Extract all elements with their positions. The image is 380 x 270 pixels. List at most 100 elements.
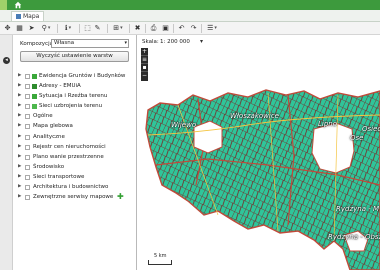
info-icon[interactable]: ℹ bbox=[61, 24, 75, 33]
expand-icon[interactable]: ▶ bbox=[18, 182, 21, 192]
print-icon[interactable]: ⎙ bbox=[149, 24, 158, 33]
expand-icon[interactable]: ▶ bbox=[18, 162, 21, 172]
layer-item[interactable]: ▶ Mapa glebowa bbox=[17, 121, 135, 131]
layer-checkbox[interactable] bbox=[25, 114, 30, 120]
map-icon bbox=[16, 14, 21, 19]
database-icon[interactable]: ☰ bbox=[205, 24, 219, 33]
layer-label: Sieci transportowe bbox=[33, 173, 85, 180]
layer-label: Rejestr cen nieruchomości bbox=[33, 143, 106, 150]
add-service-icon[interactable]: ✚ bbox=[117, 193, 124, 201]
layer-label: Architektura i budownictwo bbox=[33, 184, 109, 191]
expand-icon[interactable]: ▶ bbox=[18, 121, 21, 131]
zoom-out-icon[interactable]: − bbox=[141, 72, 148, 80]
layer-label: Ewidencja Gruntów i Budynków bbox=[39, 73, 126, 79]
composition-label: Kompozycja: bbox=[20, 41, 55, 47]
layer-item[interactable]: ▶ Plano wanie przestrzenne bbox=[17, 152, 135, 162]
layer-checkbox[interactable] bbox=[25, 94, 30, 100]
scale-label: Skala: bbox=[142, 39, 159, 45]
layer-label: Środowisko bbox=[33, 163, 65, 170]
expand-icon[interactable]: ▶ bbox=[18, 81, 21, 91]
expand-icon[interactable]: ▶ bbox=[18, 71, 21, 81]
layer-item[interactable]: ▶ Analityczne bbox=[17, 132, 135, 142]
layer-color-icon bbox=[32, 83, 37, 89]
scale-value: 1: 200 000 bbox=[160, 39, 190, 45]
layer-checkbox[interactable] bbox=[25, 104, 30, 110]
expand-icon[interactable]: ▶ bbox=[18, 111, 21, 121]
expand-icon[interactable]: ▶ bbox=[18, 142, 21, 152]
scale-dropdown-icon[interactable]: ▾ bbox=[200, 38, 203, 45]
toolbar: ✥ ▦ ➤ ⚲ ℹ ⬚ ✎ ⊞ ✖ ⎙ ▣ ↶ ↷ ☰ bbox=[0, 22, 380, 35]
tab-map-label: Mapa bbox=[23, 13, 40, 20]
layer-checkbox[interactable] bbox=[25, 144, 30, 150]
zoom-in-icon[interactable]: + bbox=[141, 48, 148, 56]
zoom-control[interactable]: + ≡ ▪ − bbox=[141, 48, 148, 81]
select-area-icon[interactable]: ⬚ bbox=[83, 24, 92, 33]
toolbar-divider bbox=[173, 24, 174, 33]
layer-item[interactable]: ▶ Sieci uzbrojenia terenu bbox=[17, 101, 135, 111]
layer-checkbox[interactable] bbox=[25, 124, 30, 130]
layer-item[interactable]: ▶ Ogólne bbox=[17, 111, 135, 121]
layer-label: Ogólne bbox=[33, 113, 53, 120]
place-label: Wijewo bbox=[171, 121, 197, 129]
home-icon[interactable] bbox=[14, 1, 22, 9]
toolbar-divider bbox=[129, 24, 130, 33]
layer-label: Adresy - EMUiA bbox=[39, 83, 81, 90]
layer-item[interactable]: ▶ Adresy - EMUiA bbox=[17, 81, 135, 91]
export-image-icon[interactable]: ▣ bbox=[161, 24, 170, 33]
composition-select[interactable]: Własna ▾ bbox=[51, 39, 129, 48]
layer-checkbox[interactable] bbox=[25, 195, 30, 201]
layer-item[interactable]: ▶ Ewidencja Gruntów i Budynków bbox=[17, 71, 135, 81]
layer-label: Analityczne bbox=[33, 133, 65, 140]
layer-checkbox[interactable] bbox=[25, 154, 30, 160]
expand-icon[interactable]: ▶ bbox=[18, 172, 21, 182]
layer-color-icon bbox=[32, 73, 37, 79]
place-label: Rydzyna - M bbox=[336, 205, 380, 213]
layer-item[interactable]: ▶ Zewnętrzne serwisy mapowe ✚ bbox=[17, 192, 135, 202]
top-bar bbox=[0, 0, 380, 10]
composition-value: Własna bbox=[54, 40, 75, 46]
measure-icon[interactable]: ⊞ bbox=[111, 24, 125, 33]
layer-checkbox[interactable] bbox=[25, 174, 30, 180]
layer-label: Sytuacja i Rzeźba terenu bbox=[39, 93, 108, 100]
pan-icon[interactable]: ✥ bbox=[3, 24, 12, 33]
grid-icon[interactable]: ▦ bbox=[15, 24, 24, 33]
layer-checkbox[interactable] bbox=[25, 164, 30, 170]
reset-layers-button[interactable]: Wyczyść ustawienie warstw bbox=[20, 51, 129, 62]
layer-label: Sieci uzbrojenia terenu bbox=[39, 103, 103, 110]
expand-icon[interactable]: ▶ bbox=[18, 192, 21, 202]
back-icon[interactable]: ↶ bbox=[177, 24, 186, 33]
layer-item[interactable]: ▶ Sytuacja i Rzeźba terenu bbox=[17, 91, 135, 101]
cursor-icon[interactable]: ➤ bbox=[27, 24, 36, 33]
zoom-handle-icon[interactable]: ≡ bbox=[141, 56, 148, 64]
map-view[interactable]: Wijewo Włoszakowice Lipno Osiecz Ose Ryd… bbox=[138, 35, 380, 270]
place-label: Osiecz bbox=[362, 125, 380, 133]
layer-checkbox[interactable] bbox=[25, 74, 30, 79]
layers-panel: Kompozycja: Własna ▾ Wyczyść ustawienie … bbox=[13, 35, 137, 270]
layer-item[interactable]: ▶ Rejestr cen nieruchomości bbox=[17, 142, 135, 152]
expand-icon[interactable]: ▶ bbox=[18, 91, 21, 101]
enclave bbox=[311, 122, 355, 174]
edit-icon[interactable]: ✎ bbox=[93, 24, 102, 33]
layer-checkbox[interactable] bbox=[25, 84, 30, 90]
expand-icon[interactable]: ▶ bbox=[18, 152, 21, 162]
layer-checkbox[interactable] bbox=[25, 134, 30, 140]
layer-item[interactable]: ▶ Sieci transportowe bbox=[17, 172, 135, 182]
zoom-level-icon[interactable]: ▪ bbox=[141, 64, 148, 72]
enclave bbox=[193, 120, 223, 154]
toolbar-divider bbox=[57, 24, 58, 33]
zoom-tool-icon[interactable]: ⚲ bbox=[39, 24, 53, 33]
expand-icon[interactable]: ▶ bbox=[18, 101, 21, 111]
place-label: Ose bbox=[350, 134, 364, 142]
layer-checkbox[interactable] bbox=[25, 185, 30, 191]
toolbar-divider bbox=[201, 24, 202, 33]
forward-icon[interactable]: ↷ bbox=[189, 24, 198, 33]
collapse-panel-icon[interactable]: ◂ bbox=[3, 57, 10, 64]
place-label: Lipno bbox=[318, 120, 338, 128]
expand-icon[interactable]: ▶ bbox=[18, 132, 21, 142]
tab-bar: Mapa bbox=[0, 10, 380, 22]
layer-label: Mapa glebowa bbox=[33, 123, 73, 130]
tab-map[interactable]: Mapa bbox=[11, 11, 45, 21]
layer-item[interactable]: ▶ Architektura i budownictwo bbox=[17, 182, 135, 192]
layer-item[interactable]: ▶ Środowisko bbox=[17, 162, 135, 172]
delete-icon[interactable]: ✖ bbox=[133, 24, 142, 33]
